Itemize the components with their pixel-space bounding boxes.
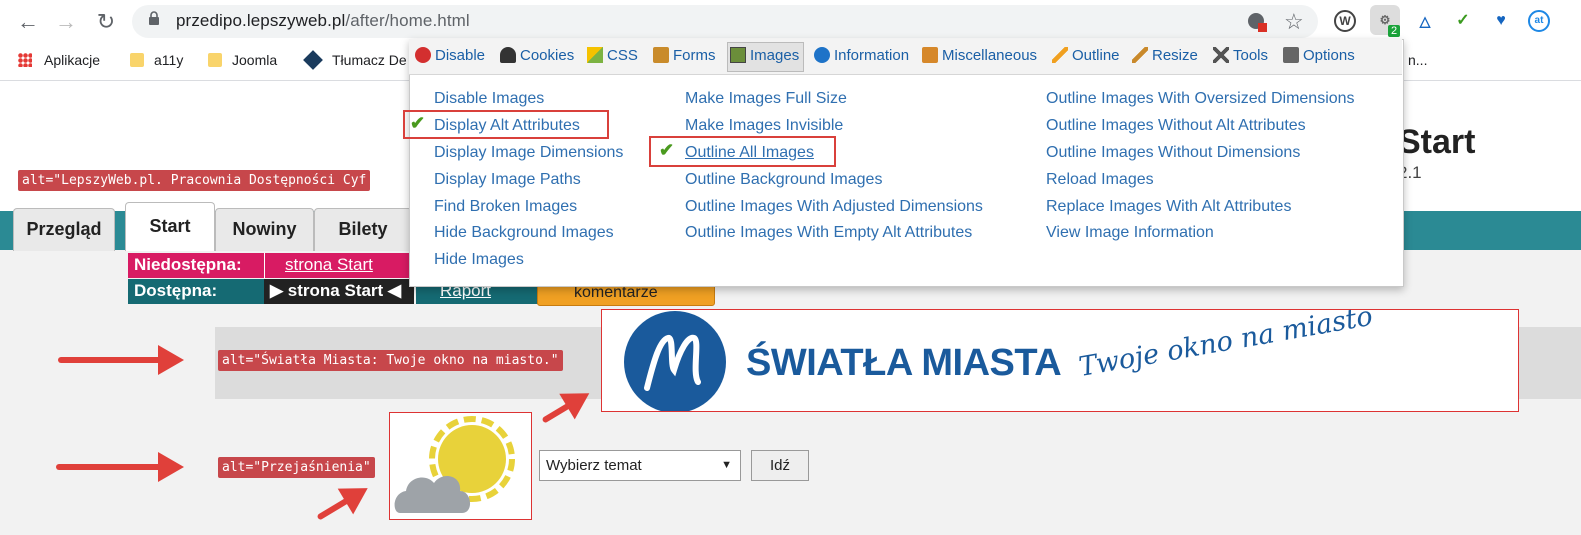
extension-badge: 2 bbox=[1388, 25, 1401, 37]
lock-icon[interactable] bbox=[148, 11, 160, 29]
bookmark-star-icon[interactable]: ☆ bbox=[1284, 9, 1304, 35]
annotation-arrow bbox=[56, 452, 184, 482]
tab-css[interactable]: CSS bbox=[587, 47, 638, 64]
tab-images[interactable]: Images bbox=[727, 42, 805, 72]
banner-image: ŚWIATŁA MIASTA Twoje okno na miasto bbox=[601, 301, 1519, 412]
menu-outline-empty-alt[interactable]: Outline Images With Empty Alt Attributes bbox=[685, 224, 972, 242]
menu-make-images-full-size[interactable]: Make Images Full Size bbox=[685, 90, 847, 108]
menu-hide-background-images[interactable]: Hide Background Images bbox=[434, 224, 614, 242]
tab-disable[interactable]: Disable bbox=[415, 47, 485, 64]
a11y-extension-icon[interactable]: at bbox=[1528, 10, 1550, 32]
menu-outline-without-alt[interactable]: Outline Images Without Alt Attributes bbox=[1046, 117, 1306, 135]
tab-forms[interactable]: Forms bbox=[653, 47, 716, 64]
cookies-icon bbox=[500, 47, 516, 63]
menu-find-broken-images[interactable]: Find Broken Images bbox=[434, 198, 577, 216]
wave-extension-icon[interactable]: W bbox=[1334, 10, 1356, 32]
back-icon[interactable]: ← bbox=[14, 8, 42, 36]
menu-display-image-dimensions[interactable]: Display Image Dimensions bbox=[434, 144, 623, 162]
annotation-arrow bbox=[58, 345, 184, 375]
menu-hide-images[interactable]: Hide Images bbox=[434, 251, 524, 269]
unavailable-label: Niedostępna: bbox=[128, 253, 264, 278]
menu-replace-images-with-alt[interactable]: Replace Images With Alt Attributes bbox=[1046, 198, 1291, 216]
tab-miscellaneous[interactable]: Miscellaneous bbox=[922, 47, 1037, 64]
chevron-down-icon: ▼ bbox=[721, 459, 732, 471]
available-value: ▶ strona Start ◀ bbox=[264, 279, 414, 304]
tab-przeglad[interactable]: Przegląd bbox=[13, 208, 115, 251]
go-button[interactable]: Idź bbox=[751, 450, 809, 481]
bookmark-overflow[interactable]: n... bbox=[1408, 52, 1427, 68]
folder-icon bbox=[130, 53, 144, 67]
tab-start[interactable]: Start bbox=[125, 202, 215, 251]
bookmark-tlumacz[interactable]: Tłumacz De bbox=[303, 50, 407, 70]
checkmark-icon: ✔ bbox=[410, 113, 426, 133]
checkmark-icon: ✔ bbox=[659, 140, 675, 160]
axe-extension-icon[interactable]: △ bbox=[1414, 10, 1436, 32]
menu-display-alt-attributes[interactable]: Display Alt Attributes bbox=[434, 117, 580, 135]
alt-attribute-banner: alt="Światła Miasta: Twoje okno na miast… bbox=[218, 350, 563, 371]
bookmark-joomla[interactable]: Joomla bbox=[208, 52, 277, 68]
alt-attribute-logo: alt="LepszyWeb.pl. Pracownia Dostępności… bbox=[18, 170, 371, 191]
topic-select[interactable]: Wybierz temat ▼ bbox=[539, 450, 741, 481]
menu-display-image-paths[interactable]: Display Image Paths bbox=[434, 171, 581, 189]
disable-icon bbox=[415, 47, 431, 63]
menu-outline-all-images[interactable]: Outline All Images bbox=[685, 144, 814, 162]
pencil-icon bbox=[1052, 47, 1068, 63]
menu-view-image-information[interactable]: View Image Information bbox=[1046, 224, 1214, 242]
reload-icon[interactable]: ↻ bbox=[92, 8, 120, 36]
tab-information[interactable]: Information bbox=[814, 47, 909, 64]
menu-outline-adjusted-dimensions[interactable]: Outline Images With Adjusted Dimensions bbox=[685, 198, 983, 216]
tab-outline[interactable]: Outline bbox=[1052, 47, 1120, 64]
menu-disable-images[interactable]: Disable Images bbox=[434, 90, 544, 108]
tab-nowiny[interactable]: Nowiny bbox=[215, 208, 314, 251]
menu-outline-background-images[interactable]: Outline Background Images bbox=[685, 171, 882, 189]
available-label: Dostępna: bbox=[128, 279, 264, 304]
spellcheck-extension-icon[interactable]: ✓ bbox=[1452, 10, 1474, 32]
miscellaneous-icon bbox=[922, 47, 938, 63]
tab-bilety[interactable]: Bilety bbox=[314, 208, 412, 251]
menu-reload-images[interactable]: Reload Images bbox=[1046, 171, 1154, 189]
tab-tools[interactable]: Tools bbox=[1213, 47, 1268, 64]
folder-icon bbox=[208, 53, 222, 67]
weather-image bbox=[389, 412, 532, 520]
forms-icon bbox=[653, 47, 669, 63]
bookmark-a11y[interactable]: a11y bbox=[130, 52, 183, 68]
options-icon bbox=[1283, 47, 1299, 63]
annotation-arrow bbox=[316, 487, 366, 521]
ruler-icon bbox=[1132, 47, 1148, 63]
tools-icon bbox=[1213, 47, 1229, 63]
translate-icon[interactable] bbox=[1246, 11, 1268, 37]
tab-options[interactable]: Options bbox=[1283, 47, 1355, 64]
forward-icon[interactable]: → bbox=[52, 8, 80, 36]
images-icon bbox=[730, 47, 746, 63]
menu-outline-oversized[interactable]: Outline Images With Oversized Dimensions bbox=[1046, 90, 1355, 108]
heart-key-extension-icon[interactable]: ♥ bbox=[1490, 10, 1512, 32]
web-developer-menu bbox=[409, 39, 1404, 287]
url-text[interactable]: przedipo.lepszyweb.pl/after/home.html bbox=[176, 11, 470, 31]
css-icon bbox=[587, 47, 603, 63]
tab-cookies[interactable]: Cookies bbox=[500, 47, 574, 64]
menu-outline-without-dimensions[interactable]: Outline Images Without Dimensions bbox=[1046, 144, 1300, 162]
menu-make-images-invisible[interactable]: Make Images Invisible bbox=[685, 117, 843, 135]
apps-grid-icon bbox=[18, 53, 32, 67]
deepl-icon bbox=[303, 50, 323, 70]
page-title: Start bbox=[1398, 123, 1476, 161]
tab-resize[interactable]: Resize bbox=[1132, 47, 1198, 64]
banner-title: ŚWIATŁA MIASTA bbox=[746, 342, 1062, 384]
bookmark-apps[interactable]: Aplikacje bbox=[18, 52, 100, 68]
information-icon bbox=[814, 47, 830, 63]
alt-attribute-weather: alt="Przejaśnienia" bbox=[218, 457, 375, 478]
